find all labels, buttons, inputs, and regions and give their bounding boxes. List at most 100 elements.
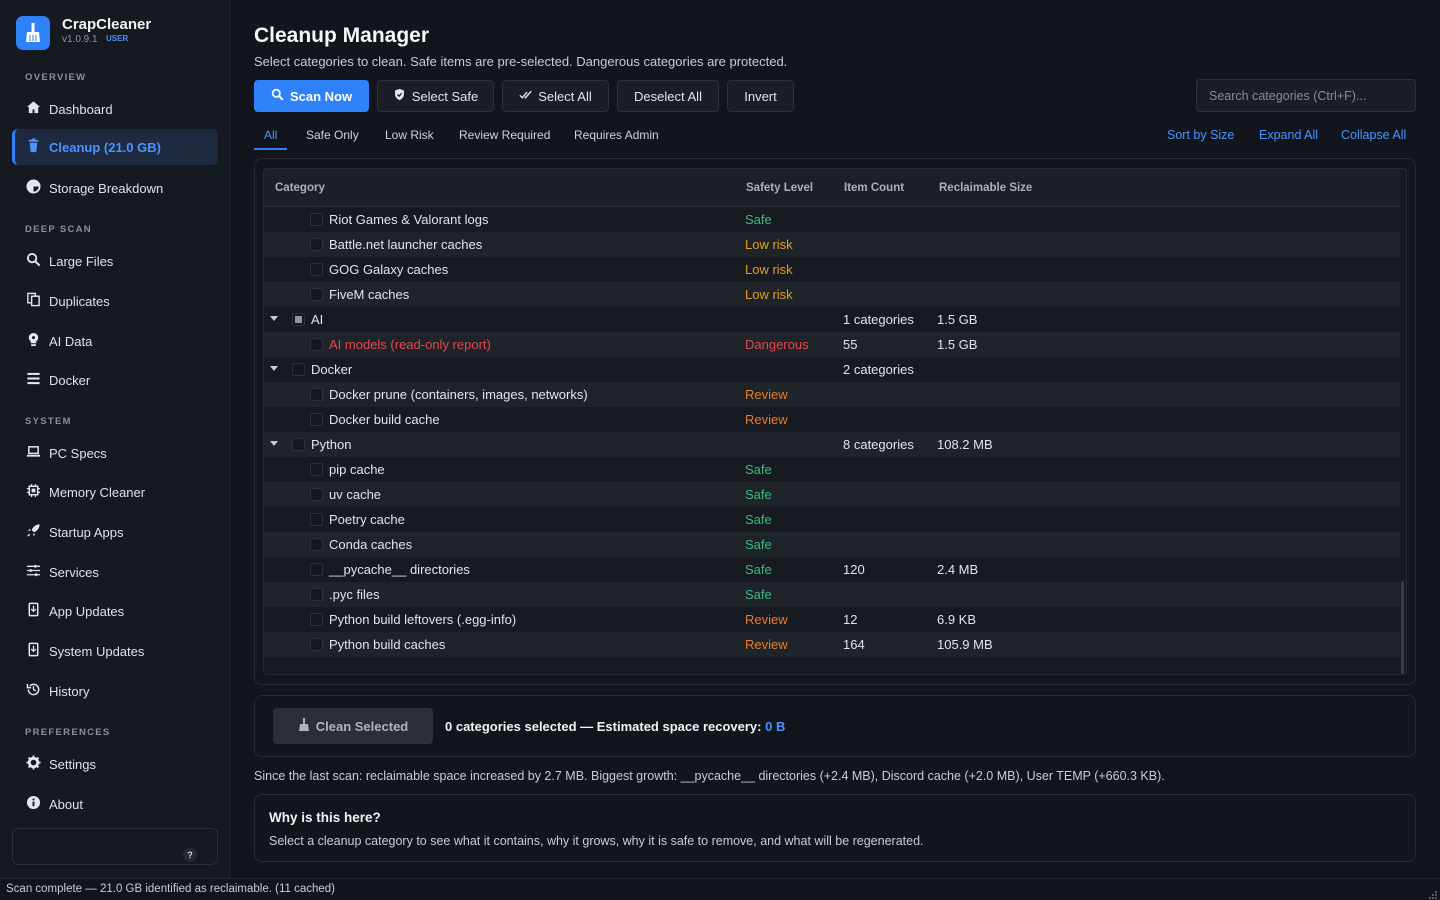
table-row[interactable]: Riot Games & Valorant logs Safe (264, 207, 1400, 232)
table-row[interactable]: Python build caches Review 164 105.9 MB (264, 632, 1400, 657)
column-reclaimable-size[interactable]: Reclaimable Size (939, 182, 1032, 194)
row-checkbox[interactable] (292, 438, 305, 451)
row-checkbox[interactable] (310, 563, 323, 576)
table-group-row[interactable]: AI 1 categories 1.5 GB (264, 307, 1400, 332)
row-checkbox[interactable] (310, 463, 323, 476)
sidebar-item-pc-specs[interactable]: PC Specs (12, 435, 218, 471)
collapse-all-link[interactable]: Collapse All (1341, 128, 1406, 142)
table-row[interactable]: .pyc files Safe (264, 582, 1400, 607)
row-checkbox[interactable] (310, 413, 323, 426)
row-checkbox[interactable] (310, 338, 323, 351)
sidebar-item-label: Docker (49, 372, 91, 388)
table-group-row[interactable]: Docker 2 categories (264, 357, 1400, 382)
table-row[interactable]: Docker build cache Review (264, 407, 1400, 432)
row-checkbox[interactable] (310, 213, 323, 226)
section-preferences: PREFERENCES (25, 727, 111, 738)
sidebar-item-label: Duplicates (49, 293, 110, 309)
tab-all[interactable]: All (254, 128, 288, 150)
sidebar-item-app-updates[interactable]: App Updates (12, 593, 218, 629)
sidebar-item-label: Storage Breakdown (49, 180, 164, 196)
sidebar-item-storage-breakdown[interactable]: Storage Breakdown (12, 170, 218, 206)
tab-low-risk[interactable]: Low Risk (385, 128, 434, 148)
app-version: v1.0.9.1 (62, 34, 98, 45)
sidebar-item-duplicates[interactable]: Duplicates (12, 283, 218, 319)
column-category[interactable]: Category (275, 182, 325, 194)
resize-grip-icon[interactable] (1428, 888, 1438, 899)
table-group-row[interactable]: Python 8 categories 108.2 MB (264, 432, 1400, 457)
clean-selected-button[interactable]: Clean Selected (273, 708, 433, 744)
chevron-down-icon[interactable] (270, 366, 278, 371)
row-checkbox[interactable] (292, 363, 305, 376)
sidebar-item-services[interactable]: Services (12, 554, 218, 590)
why-body: Select a cleanup category to see what it… (269, 834, 924, 848)
table-row[interactable]: pip cache Safe (264, 457, 1400, 482)
sidebar-item-settings[interactable]: Settings (12, 746, 218, 782)
sidebar-item-ai-data[interactable]: AI Data (12, 323, 218, 359)
select-all-button[interactable]: Select All (502, 80, 609, 112)
row-checkbox[interactable] (310, 588, 323, 601)
sort-by-size-link[interactable]: Sort by Size (1167, 128, 1234, 142)
category-name: pip cache (329, 462, 385, 477)
safety-level: Low risk (745, 237, 793, 252)
chevron-down-icon[interactable] (270, 316, 278, 321)
section-deep-scan: DEEP SCAN (25, 224, 92, 235)
table-row[interactable]: GOG Galaxy caches Low risk (264, 257, 1400, 282)
tab-requires-admin[interactable]: Requires Admin (574, 128, 659, 148)
safety-level: Review (745, 637, 788, 652)
row-checkbox[interactable] (310, 263, 323, 276)
sliders-icon (26, 563, 41, 581)
tab-review-required[interactable]: Review Required (459, 128, 550, 148)
search-input[interactable] (1196, 79, 1416, 112)
table-row[interactable]: Conda caches Safe (264, 532, 1400, 557)
sidebar-item-label: System Updates (49, 643, 145, 659)
brain-icon (26, 332, 41, 350)
tab-safe-only[interactable]: Safe Only (306, 128, 359, 148)
help-button[interactable]: ? (183, 848, 197, 862)
safety-level: Safe (745, 462, 772, 477)
sidebar-item-startup-apps[interactable]: Startup Apps (12, 514, 218, 550)
chevron-down-icon[interactable] (270, 441, 278, 446)
column-safety-level[interactable]: Safety Level (746, 182, 813, 194)
sidebar-item-cleanup[interactable]: Cleanup (21.0 GB) (12, 129, 218, 165)
scrollbar[interactable] (1399, 169, 1405, 674)
sidebar-item-label: Services (49, 564, 99, 580)
row-checkbox[interactable] (310, 538, 323, 551)
row-checkbox[interactable] (310, 513, 323, 526)
table-row[interactable]: AI models (read-only report) Dangerous 55 1… (264, 332, 1400, 357)
row-checkbox[interactable] (310, 388, 323, 401)
sidebar-item-docker[interactable]: Docker (12, 362, 218, 398)
sidebar-item-dashboard[interactable]: Dashboard (12, 91, 218, 127)
deselect-all-button[interactable]: Deselect All (617, 80, 719, 112)
table-row[interactable]: uv cache Safe (264, 482, 1400, 507)
home-icon (26, 100, 41, 118)
table-row[interactable]: Docker prune (containers, images, networ… (264, 382, 1400, 407)
table-row[interactable]: FiveM caches Low risk (264, 282, 1400, 307)
category-table: Category Safety Level Item Count Reclaim… (263, 168, 1407, 675)
sidebar-item-about[interactable]: About (12, 786, 218, 822)
row-checkbox[interactable] (310, 288, 323, 301)
expand-all-link[interactable]: Expand All (1259, 128, 1318, 142)
reclaimable-size: 1.5 GB (937, 337, 978, 352)
safety-level: Safe (745, 562, 772, 577)
category-name: Conda caches (329, 537, 413, 552)
row-checkbox[interactable] (310, 488, 323, 501)
table-row[interactable]: Python build leftovers (.egg-info) Review… (264, 607, 1400, 632)
table-row[interactable]: __pycache__ directories Safe 120 2.4 MB (264, 557, 1400, 582)
select-safe-button[interactable]: Select Safe (377, 80, 494, 112)
sidebar-item-system-updates[interactable]: System Updates (12, 633, 218, 669)
item-count: 55 (843, 337, 858, 352)
sidebar-item-history[interactable]: History (12, 673, 218, 709)
table-row[interactable]: Poetry cache Safe (264, 507, 1400, 532)
column-item-count[interactable]: Item Count (844, 182, 904, 194)
scan-now-button[interactable]: Scan Now (254, 80, 369, 112)
chip-icon (26, 483, 41, 501)
table-row[interactable]: Battle.net launcher caches Low risk (264, 232, 1400, 257)
row-checkbox[interactable] (310, 613, 323, 626)
row-checkbox[interactable] (310, 238, 323, 251)
scrollbar-thumb[interactable] (1401, 581, 1404, 674)
sidebar-item-large-files[interactable]: Large Files (12, 243, 218, 279)
row-checkbox[interactable] (292, 313, 305, 326)
sidebar-item-memory-cleaner[interactable]: Memory Cleaner (12, 474, 218, 510)
invert-button[interactable]: Invert (727, 80, 794, 112)
row-checkbox[interactable] (310, 638, 323, 651)
